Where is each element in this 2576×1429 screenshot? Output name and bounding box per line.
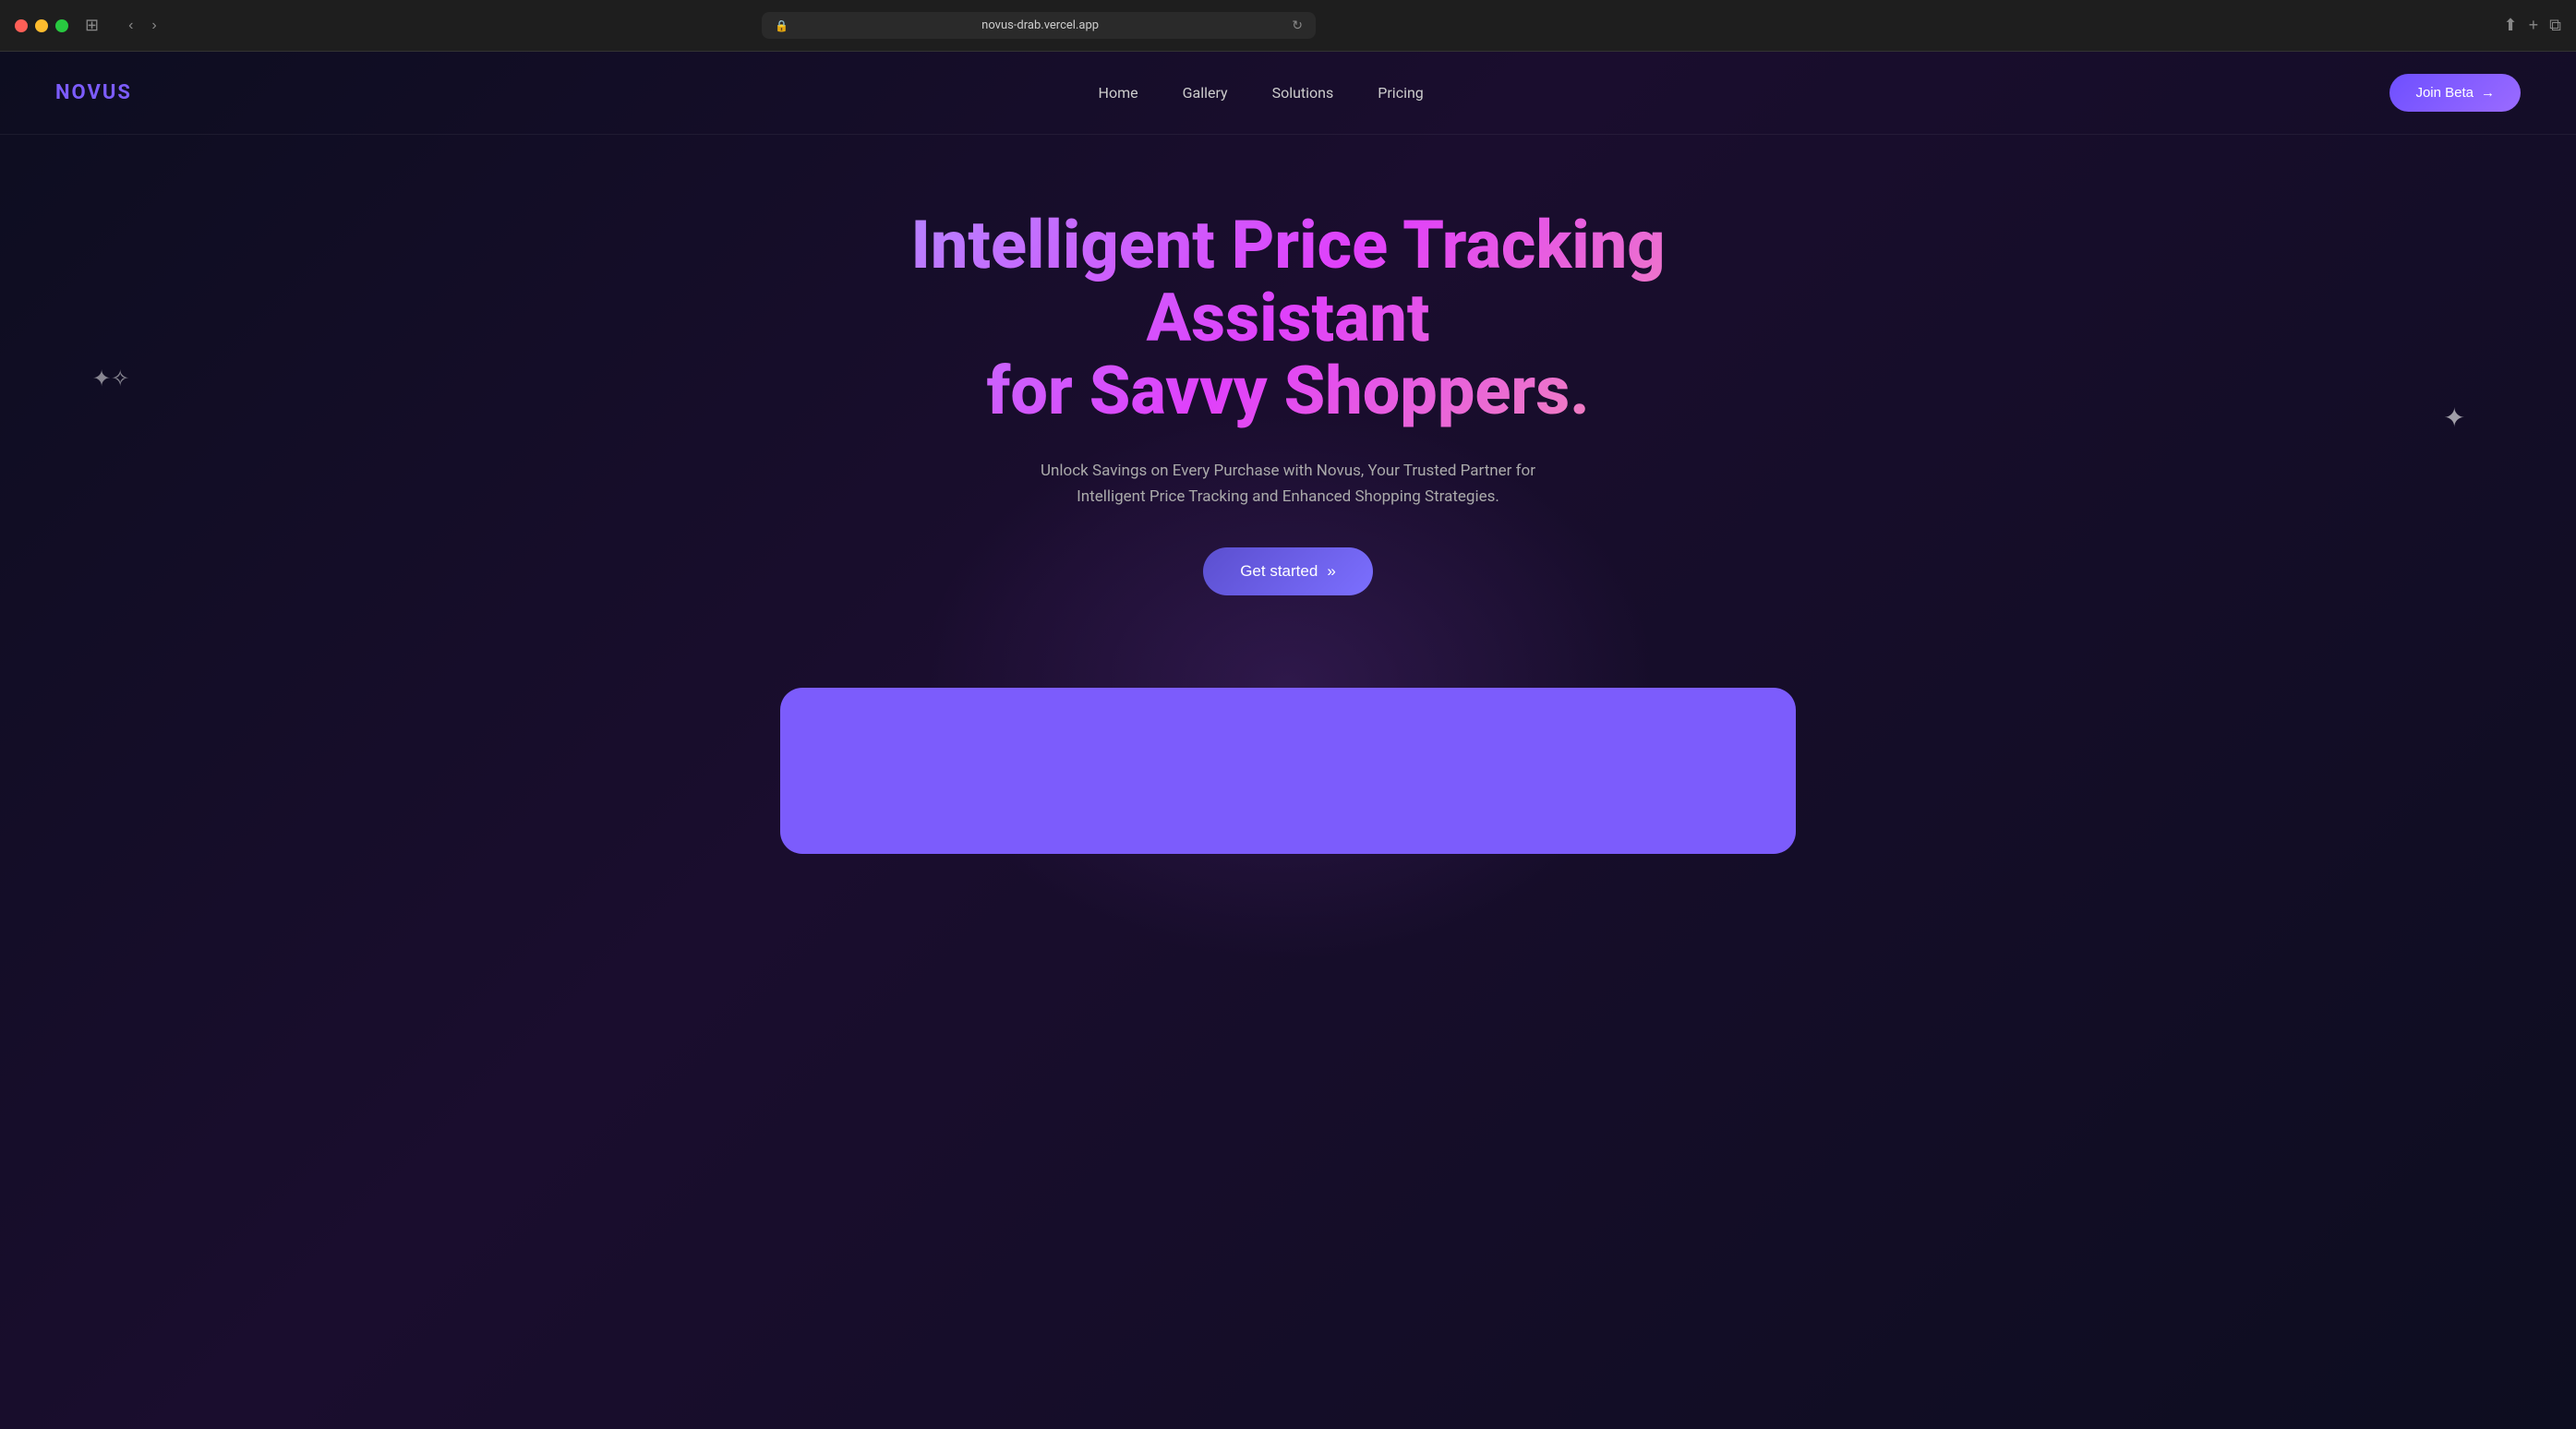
browser-actions: ⬆ + ⧉	[2504, 16, 2561, 35]
reload-button[interactable]: ↻	[1292, 18, 1303, 33]
forward-button[interactable]: ›	[146, 14, 162, 38]
nav-link-solutions[interactable]: Solutions	[1272, 84, 1334, 102]
hero-section: Intelligent Price Tracking Assistant for…	[0, 135, 2576, 651]
traffic-lights	[15, 19, 68, 32]
traffic-light-yellow[interactable]	[35, 19, 48, 32]
traffic-light-red[interactable]	[15, 19, 28, 32]
lock-icon: 🔒	[775, 19, 788, 32]
join-beta-label: Join Beta	[2415, 85, 2474, 101]
logo: NOVUS	[55, 81, 132, 104]
hero-title-line1: Intelligent Price Tracking Assistant	[911, 206, 1666, 357]
new-tab-button[interactable]: +	[2529, 16, 2539, 35]
tabs-button[interactable]: ⧉	[2549, 16, 2561, 35]
url-text: novus-drab.vercel.app	[796, 18, 1284, 32]
preview-card	[780, 688, 1796, 854]
get-started-button[interactable]: Get started »	[1203, 547, 1373, 595]
get-started-arrow: »	[1327, 562, 1335, 581]
hero-title: Intelligent Price Tracking Assistant for…	[873, 209, 1703, 428]
get-started-label: Get started	[1240, 562, 1318, 581]
hero-title-line2: for Savvy Shoppers.	[986, 352, 1589, 430]
nav-links: Home Gallery Solutions Pricing	[1099, 84, 1424, 102]
share-button[interactable]: ⬆	[2504, 16, 2518, 35]
nav-link-gallery[interactable]: Gallery	[1183, 84, 1228, 102]
join-beta-arrow: →	[2481, 85, 2495, 101]
website-content: NOVUS Home Gallery Solutions Pricing Joi…	[0, 52, 2576, 1429]
hero-subtitle: Unlock Savings on Every Purchase with No…	[1029, 458, 1547, 511]
nav-link-home[interactable]: Home	[1099, 84, 1138, 102]
browser-navigation: ‹ ›	[123, 14, 163, 38]
traffic-light-green[interactable]	[55, 19, 68, 32]
back-button[interactable]: ‹	[123, 14, 138, 38]
navbar: NOVUS Home Gallery Solutions Pricing Joi…	[0, 52, 2576, 135]
join-beta-button[interactable]: Join Beta →	[2389, 74, 2521, 112]
nav-link-pricing[interactable]: Pricing	[1378, 84, 1424, 102]
address-bar[interactable]: 🔒 novus-drab.vercel.app ↻	[762, 12, 1316, 39]
sidebar-toggle-button[interactable]: ⊞	[79, 12, 104, 39]
browser-chrome: ⊞ ‹ › 🔒 novus-drab.vercel.app ↻ ⬆ + ⧉	[0, 0, 2576, 52]
